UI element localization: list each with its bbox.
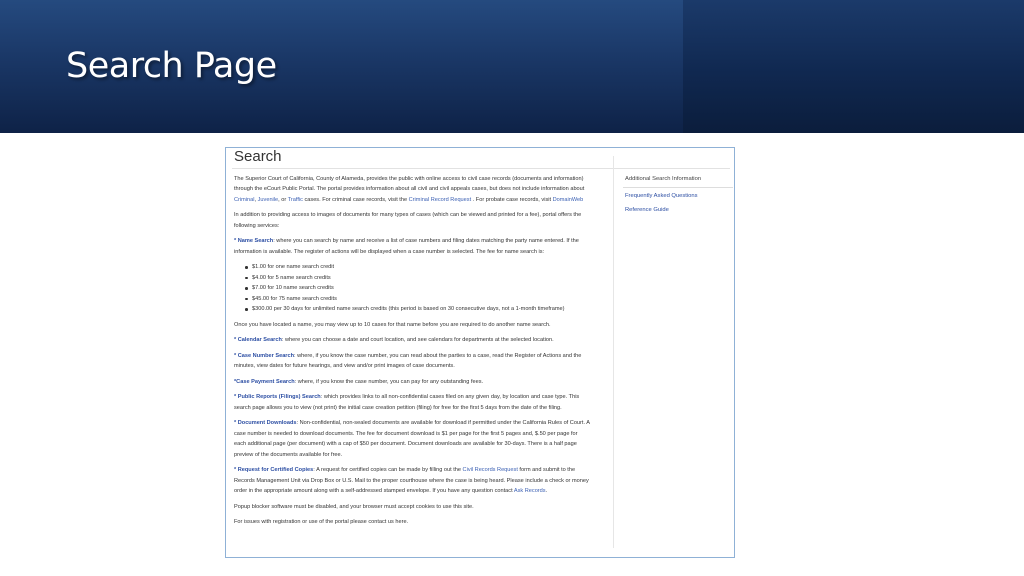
sidebar-divider (613, 156, 614, 548)
issues-note: For issues with registration or use of t… (234, 519, 409, 526)
certified-copies-paragraph: * Request for Certified Copies: A reques… (234, 467, 589, 495)
portal-screenshot: Search The Superior Court of California,… (225, 147, 735, 558)
intro-paragraph: The Superior Court of California, County… (234, 176, 585, 203)
main-content: The Superior Court of California, County… (234, 174, 591, 533)
case-payment-search-link[interactable]: *Case Payment Search (234, 379, 295, 385)
criminal-record-request-link[interactable]: Criminal Record Request (409, 197, 472, 203)
public-reports-search-link[interactable]: * Public Reports (Filings) Search (234, 394, 321, 400)
fee-item: $1.00 for one name search credit (245, 262, 591, 272)
traffic-link[interactable]: Traffic (288, 197, 303, 203)
sidebar-heading: Additional Search Information (625, 176, 702, 182)
located-note: Once you have located a name, you may vi… (234, 321, 551, 328)
calendar-search-paragraph: * Calendar Search: where you can choose … (234, 337, 554, 344)
case-number-search-paragraph: * Case Number Search: where, if you know… (234, 352, 582, 370)
public-reports-paragraph: * Public Reports (Filings) Search: which… (234, 394, 580, 411)
fee-item: $300.00 per 30 days for unlimited name s… (245, 304, 591, 314)
civil-records-request-link[interactable]: Civil Records Request (463, 467, 518, 473)
title-divider (232, 168, 730, 169)
fee-list: $1.00 for one name search credit $4.00 f… (245, 262, 591, 314)
document-downloads-paragraph: * Document Downloads: Non-confidential, … (234, 420, 590, 458)
calendar-search-link[interactable]: * Calendar Search (234, 337, 282, 343)
fee-item: $45.00 for 75 name search credits (245, 294, 591, 304)
fee-item: $7.00 for 10 name search credits (245, 283, 591, 293)
services-intro: In addition to providing access to image… (234, 212, 582, 229)
fee-item: $4.00 for 5 name search credits (245, 273, 591, 283)
case-number-search-link[interactable]: * Case Number Search (234, 353, 294, 359)
document-downloads-link[interactable]: * Document Downloads (234, 420, 296, 426)
domainweb-link[interactable]: DomainWeb (553, 197, 584, 203)
certified-copies-link[interactable]: * Request for Certified Copies (234, 467, 313, 473)
slide-title: Search Page (66, 46, 277, 86)
name-search-link[interactable]: * Name Search (234, 238, 273, 244)
faq-link[interactable]: Frequently Asked Questions (625, 193, 698, 199)
name-search-paragraph: * Name Search: where you can search by n… (234, 238, 579, 255)
criminal-link[interactable]: Criminal (234, 197, 255, 203)
slide-header-banner: Search Page (0, 0, 1024, 133)
ask-records-link[interactable]: Ask Records (514, 488, 546, 494)
reference-guide-link[interactable]: Reference Guide (625, 207, 669, 213)
page-title: Search (234, 148, 282, 165)
case-payment-search-paragraph: *Case Payment Search: where, if you know… (234, 378, 484, 385)
sidebar-heading-rule (623, 187, 733, 188)
banner-accent-panel (683, 0, 1024, 133)
popup-note: Popup blocker software must be disabled,… (234, 503, 474, 510)
juvenile-link[interactable]: Juvenile (258, 197, 279, 203)
